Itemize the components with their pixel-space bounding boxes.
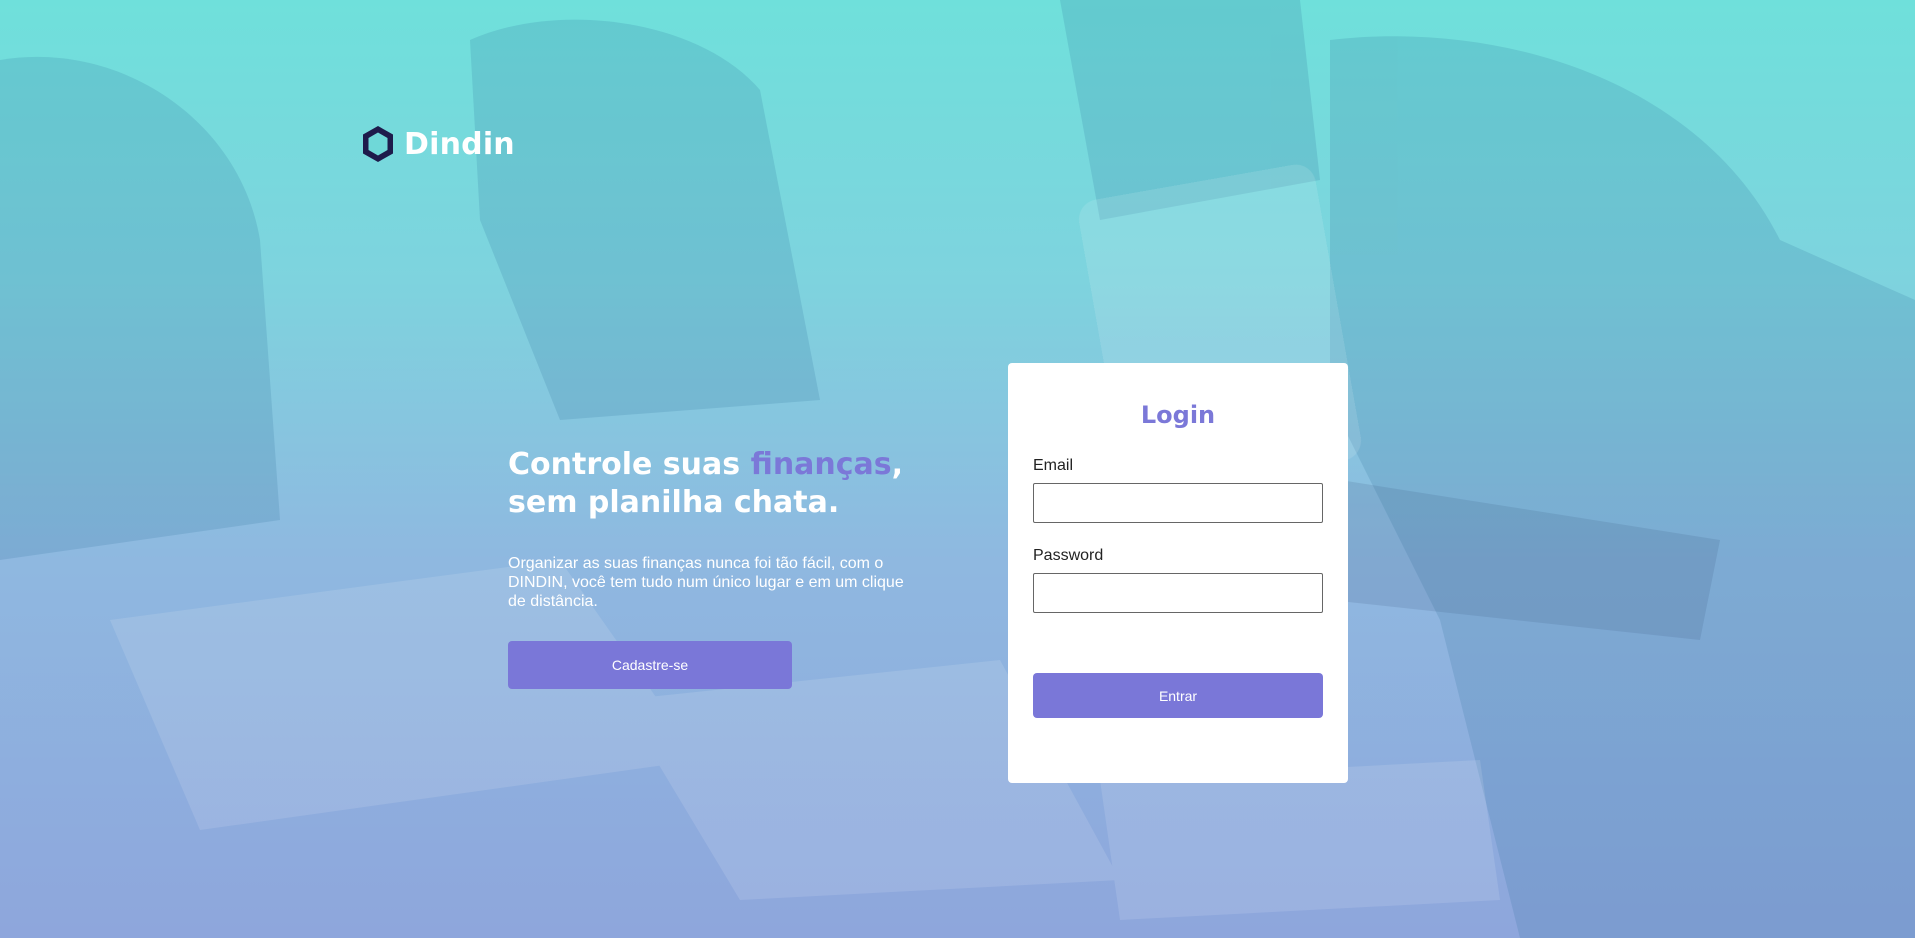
- login-title: Login: [1140, 401, 1216, 429]
- hero-title-part2: ,: [891, 447, 904, 482]
- password-label: Password: [1033, 547, 1104, 564]
- signup-button[interactable]: Cadastre-se: [508, 641, 792, 689]
- email-label: Email: [1033, 457, 1074, 474]
- background-photo: [0, 0, 1915, 938]
- brand-name: Dindin: [404, 126, 515, 162]
- hero-title-accent: finanças: [750, 447, 892, 482]
- brand-logo[interactable]: Dindin: [360, 124, 515, 164]
- email-field[interactable]: [1033, 483, 1323, 523]
- hero-description: Organizar as suas finanças nunca foi tão…: [508, 555, 904, 610]
- login-card: Login Email Password Entrar: [1008, 363, 1348, 783]
- hero-title: Controle suas finanças, sem planilha cha…: [508, 446, 928, 522]
- hero-section: Controle suas finanças, sem planilha cha…: [508, 446, 928, 689]
- email-field-group: Email: [1033, 457, 1323, 523]
- password-field[interactable]: [1033, 573, 1323, 613]
- login-page: Dindin Controle suas finanças, sem plani…: [0, 0, 1915, 938]
- login-submit-button[interactable]: Entrar: [1033, 673, 1323, 718]
- hero-title-part1: Controle suas: [508, 447, 751, 482]
- hexagon-icon: [363, 126, 393, 162]
- password-field-group: Password: [1033, 547, 1323, 613]
- hero-title-line2: sem planilha chata.: [508, 485, 840, 520]
